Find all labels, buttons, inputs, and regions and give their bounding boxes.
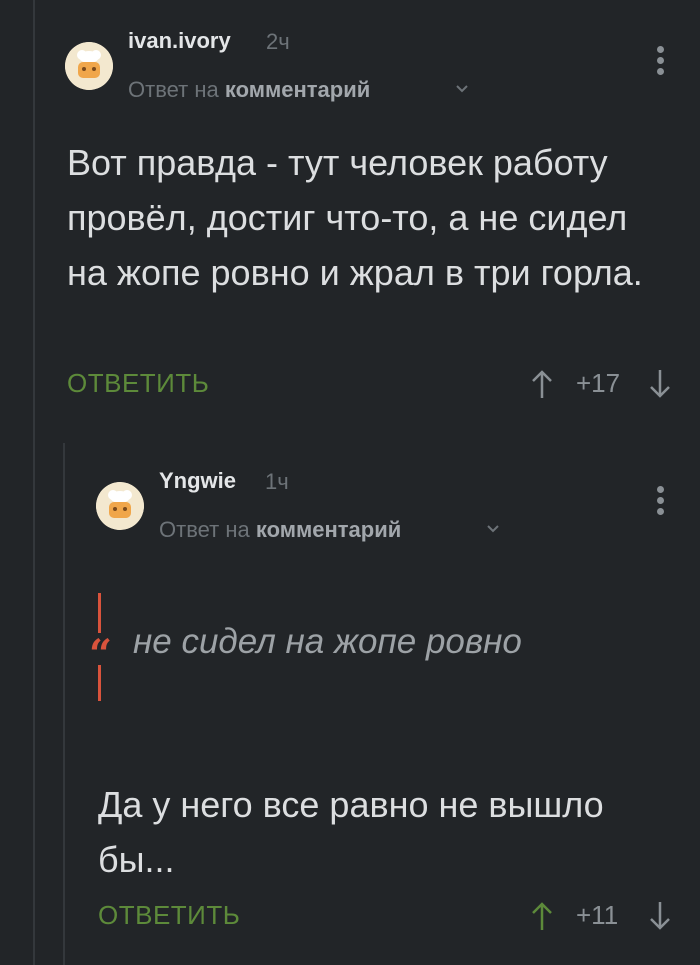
- chevron-down-icon[interactable]: [486, 524, 500, 534]
- more-vert-icon[interactable]: [654, 46, 666, 78]
- more-vert-icon[interactable]: [654, 486, 666, 518]
- avatar[interactable]: [65, 42, 113, 90]
- username[interactable]: ivan.ivory: [128, 28, 231, 54]
- comment-time: 1ч: [265, 469, 289, 494]
- quote-text: не сидел на жопе ровно: [133, 622, 522, 661]
- reply-to-prefix: Ответ на: [159, 517, 250, 542]
- reply-button[interactable]: ОТВЕТИТЬ: [98, 900, 240, 931]
- reply-button[interactable]: ОТВЕТИТЬ: [67, 368, 209, 399]
- quote-bar: [98, 665, 101, 701]
- arrow-up-icon[interactable]: [530, 900, 554, 932]
- reply-to-link[interactable]: Ответ на комментарий: [159, 517, 401, 543]
- avatar[interactable]: [96, 482, 144, 530]
- reply-to-target: комментарий: [224, 77, 371, 102]
- arrow-down-icon[interactable]: [648, 900, 672, 932]
- comment-time: 2ч: [266, 29, 290, 54]
- reply-to-link[interactable]: Ответ на комментарий: [128, 77, 370, 103]
- vote-score: +11: [576, 900, 619, 930]
- comment-text: Да у него все равно не вышло бы...: [98, 784, 604, 880]
- vote-score: +17: [576, 368, 621, 398]
- reply-to-prefix: Ответ на: [128, 77, 219, 102]
- username[interactable]: Yngwie: [159, 468, 236, 494]
- arrow-down-icon[interactable]: [648, 368, 672, 400]
- comment: ivan.ivory 2ч Ответ на комментарий Вот п…: [0, 0, 700, 430]
- comment: Yngwie 1ч Ответ на комментарий “ не сиде…: [0, 440, 700, 965]
- arrow-up-icon[interactable]: [530, 368, 554, 400]
- quote-bar: [98, 593, 101, 633]
- chevron-down-icon[interactable]: [455, 84, 469, 94]
- reply-to-target: комментарий: [255, 517, 402, 542]
- comment-text: Вот правда - тут человек работу провёл, …: [67, 142, 643, 293]
